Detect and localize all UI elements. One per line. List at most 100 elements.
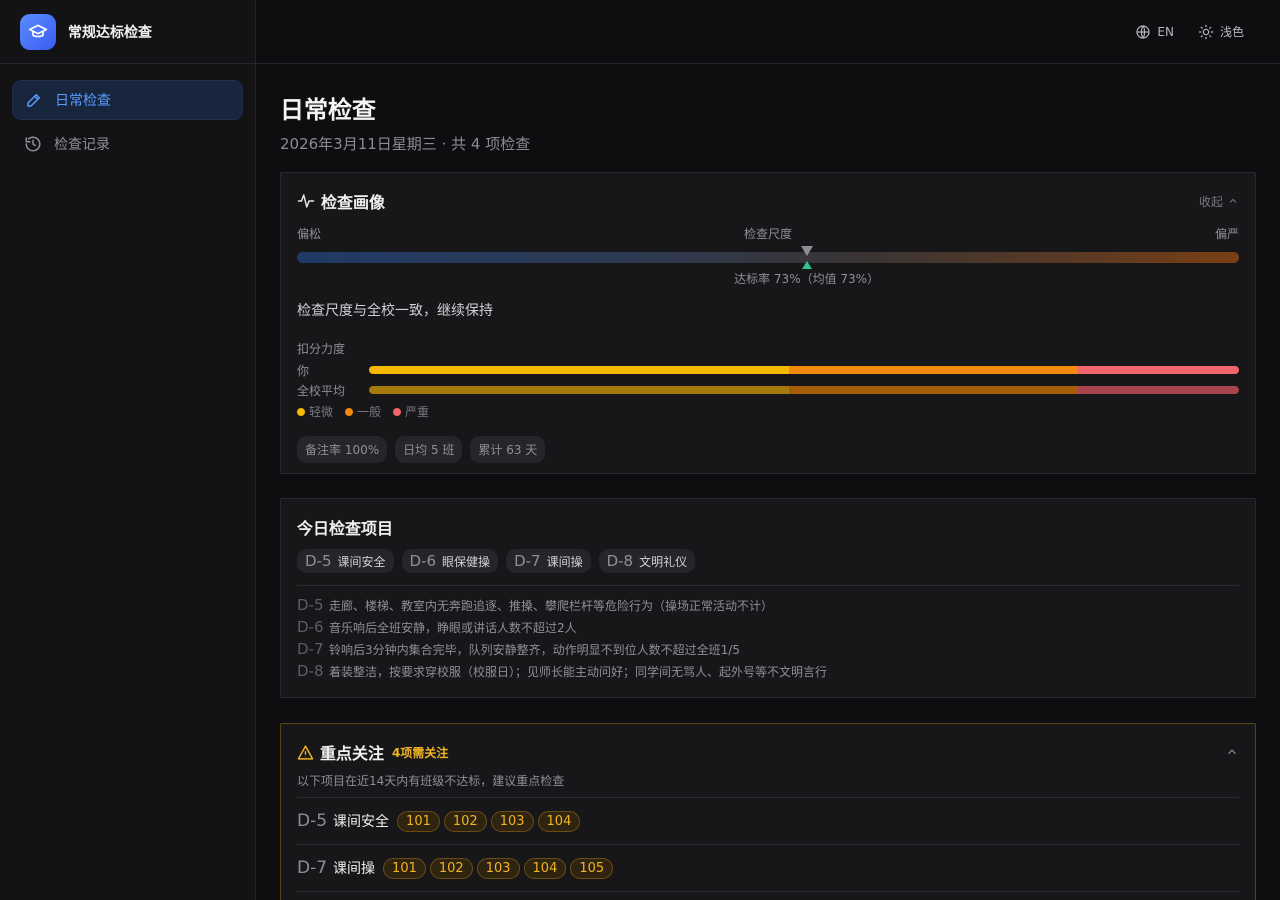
rule-item: D-6 音乐响后全班安静，睁眼或讲话人数不超过2人	[297, 618, 1239, 640]
class-tag[interactable]: 104	[537, 810, 581, 832]
deduction-segment-1	[369, 366, 790, 374]
your-rate-marker	[801, 261, 812, 269]
theme-toggle-button[interactable]: 浅色	[1198, 23, 1244, 40]
deduction-row-label: 全校平均	[297, 383, 346, 398]
sidebar-item-daily-check[interactable]: 日常检查	[12, 80, 243, 120]
scale-center-label: 检查尺度	[743, 227, 792, 241]
chip-name: 课间操	[546, 555, 583, 569]
item-chip[interactable]: D-6 眼保健操	[401, 549, 499, 573]
rule-code: D-8	[297, 662, 324, 680]
legend-label: 严重	[405, 405, 430, 419]
page-title: 日常检查	[280, 96, 376, 124]
strictness-scale-bar	[297, 252, 1239, 263]
sidebar-item-check-records[interactable]: 检查记录	[12, 124, 243, 164]
strictness-scale: 达标率 73%（均值 73%）	[297, 246, 1239, 286]
item-chip[interactable]: D-7 课间操	[506, 549, 591, 573]
language-toggle-button[interactable]: EN	[1135, 24, 1174, 40]
rule-item: D-8 着装整洁，按要求穿校服（校服日）；见师长能主动问好；同学间无骂人、起外号等…	[297, 662, 1239, 684]
graduation-cap-icon	[20, 13, 56, 50]
sidebar: 常规达标检查 日常检查 检查记录	[0, 0, 256, 900]
deduction-row-school: 全校平均	[297, 383, 1239, 398]
deduction-bar	[369, 366, 1239, 374]
profile-advice: 检查尺度与全校一致，继续保持	[297, 303, 493, 319]
divider	[297, 585, 1239, 586]
class-tag[interactable]: 101	[397, 810, 440, 832]
activity-icon	[297, 194, 315, 208]
brand: 常规达标检查	[0, 0, 255, 64]
chevron-up-icon	[1229, 198, 1237, 203]
focus-description: 以下项目在近14天内有班级不达标，建议重点检查	[297, 774, 565, 788]
class-tag[interactable]: 104	[523, 857, 567, 879]
rule-text: 铃响后3分钟内集合完毕，队列安静整齐，动作明显不到位人数不超过全班1/5	[329, 643, 740, 657]
chip-code: D-8	[606, 552, 634, 570]
page-subtitle: 2026年3月11日星期三 · 共 4 项检查	[280, 135, 531, 153]
class-tag[interactable]: 102	[429, 857, 473, 879]
rule-code: D-6	[297, 618, 324, 636]
rule-item: D-5 走廊、楼梯、教室内无奔跑追逐、推搡、攀爬栏杆等危险行为（操场正常活动不计）	[297, 596, 1239, 618]
sidebar-item-label: 检查记录	[54, 137, 110, 153]
deduction-bar	[369, 386, 1239, 394]
item-chips: D-5 课间安全 D-6 眼保健操 D-7 课间操 D-8 文明礼仪	[297, 549, 1239, 573]
focus-row-code: D-5	[297, 811, 328, 831]
rule-list: D-5 走廊、楼梯、教室内无奔跑追逐、推搡、攀爬栏杆等危险行为（操场正常活动不计）…	[297, 596, 1239, 684]
stat-pill: 日均 5 班	[395, 436, 463, 463]
class-tag[interactable]: 103	[490, 810, 534, 832]
item-chip[interactable]: D-8 文明礼仪	[598, 549, 696, 573]
legend-item: 轻微	[297, 403, 333, 420]
today-title: 今日检查项目	[297, 519, 394, 538]
collapse-label: 收起	[1198, 194, 1223, 209]
focus-card: 重点关注 4项需关注 以下项目在近14天内有班级不达标，建议重点检查 D-5 课…	[280, 723, 1256, 900]
deduction-row-label: 你	[297, 363, 310, 378]
class-tag[interactable]: 103	[476, 857, 520, 879]
chip-name: 文明礼仪	[639, 555, 688, 569]
chip-code: D-6	[409, 552, 437, 570]
sidebar-nav: 日常检查 检查记录	[0, 64, 255, 184]
history-icon	[25, 136, 41, 152]
sun-icon	[1198, 24, 1214, 39]
focus-row-divider	[297, 891, 1239, 900]
stat-pill: 备注率 100%	[297, 436, 388, 463]
globe-icon	[1136, 24, 1151, 39]
deduction-legend: 轻微 一般 严重	[297, 403, 1239, 420]
focus-row: D-7 课间操 101 102 103 104 105	[297, 844, 1239, 891]
focus-badge: 4项需关注	[392, 745, 449, 760]
chip-code: D-7	[514, 552, 541, 570]
class-tag[interactable]: 105	[570, 857, 614, 879]
school-average-marker	[800, 246, 813, 256]
app-title: 常规达标检查	[68, 24, 152, 41]
scale-left-label: 偏松	[297, 227, 322, 241]
deduction-row-you: 你	[297, 363, 1239, 378]
warning-icon	[297, 744, 314, 760]
chip-name: 课间安全	[337, 555, 386, 569]
rule-text: 走廊、楼梯、教室内无奔跑追逐、推搡、攀爬栏杆等危险行为（操场正常活动不计）	[329, 599, 774, 613]
rule-code: D-5	[297, 596, 324, 614]
focus-title: 重点关注	[320, 744, 385, 763]
deduction-segment-3	[1078, 366, 1239, 374]
rule-code: D-7	[297, 640, 324, 658]
deduction-segment-2	[789, 366, 1079, 374]
class-tag[interactable]: 101	[383, 857, 426, 879]
deduction-segment-1	[369, 386, 790, 394]
stat-pills: 备注率 100% 日均 5 班 累计 63 天	[297, 436, 1239, 463]
today-items-card: 今日检查项目 D-5 课间安全 D-6 眼保健操 D-7 课间操 D-8 文明礼仪 D-…	[280, 498, 1256, 698]
focus-row-name: 课间操	[333, 861, 376, 877]
chevron-up-icon	[1228, 749, 1236, 755]
topbar: EN 浅色	[256, 0, 1280, 64]
sidebar-item-label: 日常检查	[55, 93, 111, 109]
deduction-segment-2	[789, 386, 1079, 394]
rule-text: 着装整洁，按要求穿校服（校服日）；见师长能主动问好；同学间无骂人、起外号等不文明…	[329, 665, 828, 679]
class-tag[interactable]: 102	[443, 810, 487, 832]
focus-row-code: D-7	[297, 858, 328, 878]
chip-name: 眼保健操	[442, 555, 491, 569]
inspection-profile-card: 检查画像 收起 偏松 检查尺度 偏严 达标率 73%（均值 73%） 检查尺度与…	[280, 172, 1256, 474]
language-label: EN	[1157, 24, 1174, 39]
focus-row-name: 课间安全	[333, 814, 390, 830]
scale-right-label: 偏严	[1214, 227, 1239, 241]
collapse-button[interactable]: 收起	[1199, 193, 1239, 210]
stat-pill: 累计 63 天	[470, 436, 546, 463]
pencil-icon	[27, 94, 40, 107]
profile-title: 检查画像	[321, 193, 386, 212]
deduction-title: 扣分力度	[297, 342, 346, 356]
focus-collapse-button[interactable]	[1225, 745, 1239, 759]
item-chip[interactable]: D-5 课间安全	[297, 549, 394, 573]
